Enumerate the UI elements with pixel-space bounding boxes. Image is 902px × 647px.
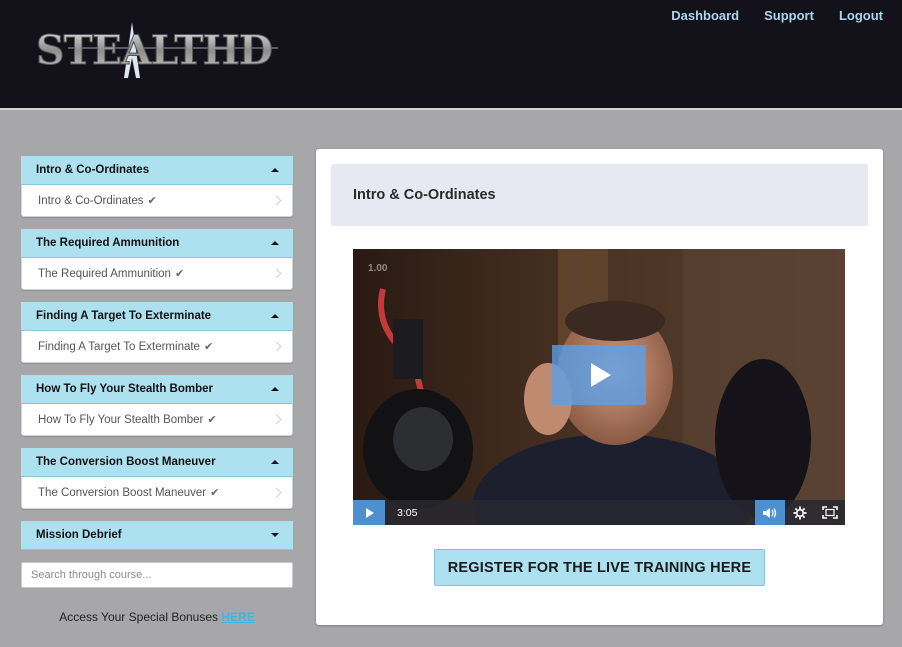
stealthd-logo[interactable]: STEALTHD [28,18,288,80]
caret-up-icon [271,387,279,391]
section-header-debrief[interactable]: Mission Debrief [21,521,293,550]
course-section: Finding A Target To Exterminate Finding … [21,302,293,363]
lesson-panel: Intro & Co-Ordinates 1.00 3:05 REGISTER … [316,149,883,625]
volume-button[interactable] [755,500,785,525]
section-header-ammunition[interactable]: The Required Ammunition [21,229,293,258]
header-divider [0,108,902,110]
course-section: The Conversion Boost Maneuver The Conver… [21,448,293,509]
lesson-label: Finding A Target To Exterminate [38,340,200,353]
lesson-title: Intro & Co-Ordinates [353,187,496,203]
section-header-intro[interactable]: Intro & Co-Ordinates [21,156,293,185]
settings-button[interactable] [785,500,815,525]
chevron-right-icon [271,341,282,352]
big-play-button[interactable] [552,345,646,405]
check-icon: ✔ [174,268,185,280]
play-icon [591,363,611,387]
playback-speed: 1.00 [368,263,388,274]
lesson-item-ammunition[interactable]: The Required Ammunition ✔ [21,258,293,290]
chevron-right-icon [271,414,282,425]
section-title: Intro & Co-Ordinates [36,164,150,176]
nav-logout-link[interactable]: Logout [839,8,883,23]
video-duration: 3:05 [397,506,418,519]
course-search-input[interactable] [21,562,293,588]
section-title: Finding A Target To Exterminate [36,310,212,322]
lesson-title-bar: Intro & Co-Ordinates [331,164,868,226]
site-header: STEALTHD Dashboard Support Logout [0,0,902,108]
lesson-item-target[interactable]: Finding A Target To Exterminate ✔ [21,331,293,363]
course-section: How To Fly Your Stealth Bomber How To Fl… [21,375,293,436]
fullscreen-icon [822,506,838,519]
section-header-bomber[interactable]: How To Fly Your Stealth Bomber [21,375,293,404]
lesson-item-intro[interactable]: Intro & Co-Ordinates ✔ [21,185,293,217]
section-header-target[interactable]: Finding A Target To Exterminate [21,302,293,331]
chevron-right-icon [271,487,282,498]
lesson-label: How To Fly Your Stealth Bomber [38,413,204,426]
lesson-label: The Conversion Boost Maneuver [38,486,207,499]
volume-icon [763,507,777,518]
play-icon [366,507,374,518]
section-title: The Conversion Boost Maneuver [36,456,216,468]
nav-support-link[interactable]: Support [764,8,814,23]
course-section: Intro & Co-Ordinates Intro & Co-Ordinate… [21,156,293,217]
caret-up-icon [271,168,279,172]
bonus-text: Access Your Special Bonuses [59,610,222,624]
bonus-line: Access Your Special Bonuses HERE [21,610,293,624]
nav-dashboard-link[interactable]: Dashboard [671,8,739,23]
caret-up-icon [271,241,279,245]
lesson-item-bomber[interactable]: How To Fly Your Stealth Bomber ✔ [21,404,293,436]
check-icon: ✔ [203,341,214,353]
course-section: The Required Ammunition The Required Amm… [21,229,293,290]
caret-down-icon [271,533,279,537]
chevron-right-icon [271,195,282,206]
caret-up-icon [271,314,279,318]
check-icon: ✔ [210,487,220,499]
lesson-label: Intro & Co-Ordinates [38,194,144,207]
gear-icon [793,506,807,519]
section-header-conversion[interactable]: The Conversion Boost Maneuver [21,448,293,477]
lesson-item-conversion[interactable]: The Conversion Boost Maneuver ✔ [21,477,293,509]
register-live-training-button[interactable]: REGISTER FOR THE LIVE TRAINING HERE [434,549,765,586]
fullscreen-button[interactable] [815,500,845,525]
bonus-link[interactable]: HERE [221,610,254,624]
video-player[interactable]: 1.00 3:05 [353,249,845,525]
check-icon: ✔ [207,414,217,426]
chevron-right-icon [271,268,282,279]
section-title: Mission Debrief [36,529,122,541]
video-controls: 3:05 [353,500,845,525]
svg-text:STEALTHD: STEALTHD [36,27,272,74]
section-title: How To Fly Your Stealth Bomber [36,383,213,395]
play-button[interactable] [353,500,385,525]
course-sidebar: Intro & Co-Ordinates Intro & Co-Ordinate… [21,156,293,588]
caret-up-icon [271,460,279,464]
lesson-label: The Required Ammunition [38,267,171,280]
top-nav: Dashboard Support Logout [671,8,883,23]
section-title: The Required Ammunition [36,237,180,249]
course-section: Mission Debrief [21,521,293,550]
check-icon: ✔ [147,195,157,207]
